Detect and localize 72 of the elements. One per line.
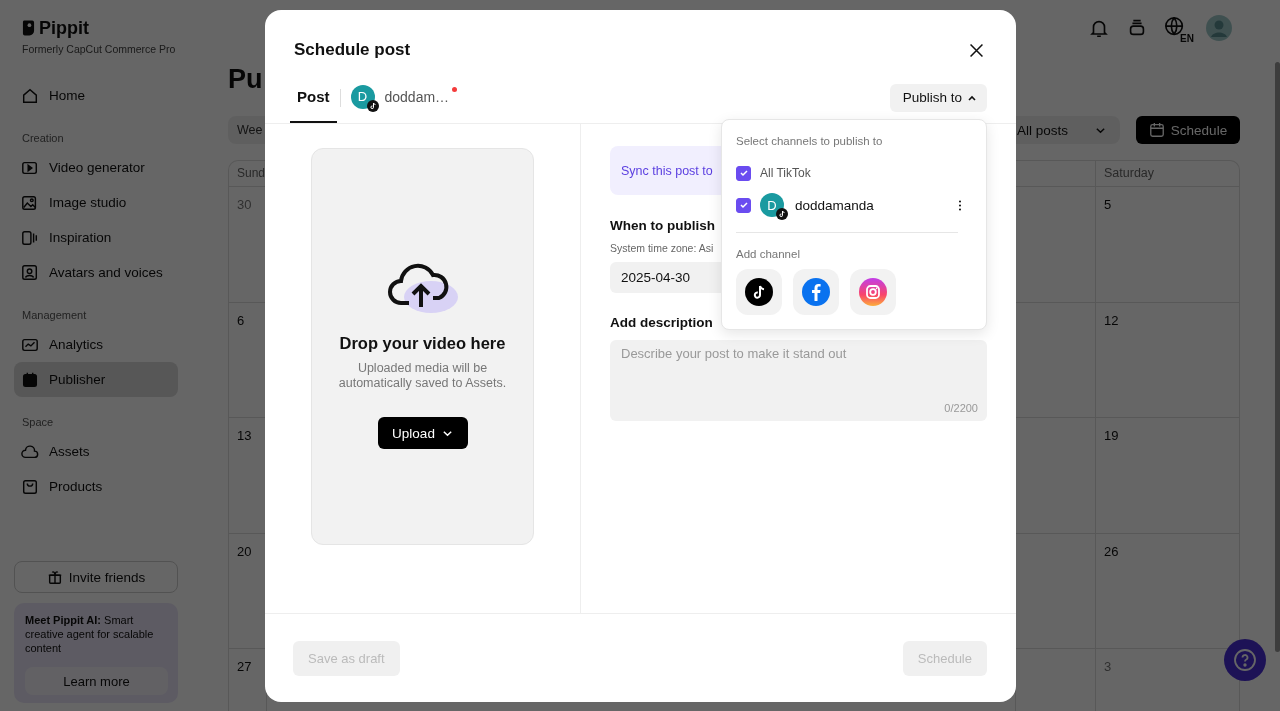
- sidebar-item[interactable]: Image studio: [14, 185, 178, 220]
- nav-icon: [21, 86, 39, 105]
- calendar-icon: [1148, 122, 1165, 138]
- channel-label: All TikTok: [760, 166, 811, 180]
- menu-subtitle: Add channel: [736, 247, 801, 262]
- nav-icon: [21, 442, 39, 461]
- character-counter: 0/2200: [944, 402, 978, 414]
- brand-name: Pippit: [39, 17, 89, 39]
- logo-icon: [22, 19, 35, 37]
- sidebar-item[interactable]: Video generator: [14, 150, 178, 185]
- nav-icon: [21, 370, 39, 389]
- more-icon[interactable]: [958, 199, 962, 211]
- schedule-button[interactable]: Schedule: [1136, 116, 1240, 144]
- publish-to-button[interactable]: Publish to: [889, 83, 987, 112]
- section-heading: Creation: [21, 131, 65, 146]
- sidebar-item[interactable]: Inspiration: [14, 220, 178, 255]
- upload-button[interactable]: Upload: [377, 417, 468, 449]
- date-number: 26: [1104, 543, 1119, 559]
- brand-tagline: Formerly CapCut Commerce Pro: [21, 42, 177, 56]
- date-number: 6: [237, 312, 245, 328]
- add-channel-button[interactable]: [736, 269, 782, 315]
- account-name: doddamanda: [795, 197, 874, 213]
- sidebar-item[interactable]: Products: [14, 469, 178, 504]
- learn-more-button[interactable]: Learn more: [25, 667, 168, 695]
- scrollbar[interactable]: [1275, 62, 1280, 652]
- nav-icon: [21, 477, 39, 496]
- dialog-title: Schedule post: [294, 39, 411, 61]
- timezone-text: System time zone: Asi: [610, 241, 714, 256]
- facebook-icon: [802, 278, 830, 306]
- date-number: 5: [1104, 197, 1112, 212]
- tiktok-badge-icon: [776, 208, 788, 220]
- sidebar-item[interactable]: Assets: [14, 434, 178, 469]
- nav-icon: [21, 228, 39, 247]
- sidebar-item[interactable]: Avatars and voices: [14, 255, 178, 290]
- nav-icon: [21, 193, 39, 212]
- promo-text: Meet Pippit AI: Smart creative agent for scalable content: [25, 613, 155, 655]
- tiktok-icon: [745, 278, 773, 306]
- sidebar-item[interactable]: Publisher: [14, 362, 178, 397]
- question-icon: [1233, 648, 1257, 672]
- help-button[interactable]: [1224, 639, 1266, 681]
- checkmark-icon: [737, 199, 750, 211]
- upload-dropzone[interactable]: Drop your video here Uploaded media will be automatically saved to Assets. Upload: [311, 148, 534, 545]
- section-heading: Management: [21, 308, 88, 323]
- checkbox[interactable]: [736, 197, 751, 213]
- date-number: 19: [1104, 428, 1119, 443]
- invite-friends-button[interactable]: Invite friends: [14, 561, 178, 593]
- checkbox[interactable]: [736, 165, 751, 181]
- field-label: Add description: [610, 314, 714, 332]
- date-number: 12: [1104, 312, 1119, 328]
- dropzone-title: Drop your video here: [339, 334, 506, 353]
- sidebar-item[interactable]: Home: [14, 78, 178, 113]
- post-tab[interactable]: Post: [290, 72, 337, 123]
- instagram-icon: [859, 278, 887, 306]
- sidebar-item[interactable]: Analytics: [14, 327, 178, 362]
- date-number: 13: [237, 428, 252, 443]
- page-title: Pu: [228, 63, 264, 96]
- view-button[interactable]: Wee: [228, 116, 265, 144]
- account-name: doddam…: [384, 88, 450, 105]
- dropzone-hint: Uploaded media will be automatically saved to Assets.: [337, 361, 508, 391]
- date-number: 20: [237, 543, 252, 559]
- sync-text: Sync this post to: [621, 163, 713, 178]
- date-number: 27: [237, 659, 252, 674]
- gift-icon: [46, 569, 63, 585]
- tiktok-badge-icon: [366, 99, 379, 112]
- section-heading: Space: [21, 415, 55, 430]
- checkmark-icon: [737, 167, 750, 179]
- close-icon[interactable]: [968, 41, 985, 59]
- field-label: When to publish: [610, 217, 716, 235]
- account-tab[interactable]: D doddam…: [343, 72, 464, 123]
- weekday-heading: Saturday: [1096, 161, 1239, 187]
- nav-icon: [21, 263, 39, 282]
- menu-title: Select channels to publish to: [736, 134, 884, 149]
